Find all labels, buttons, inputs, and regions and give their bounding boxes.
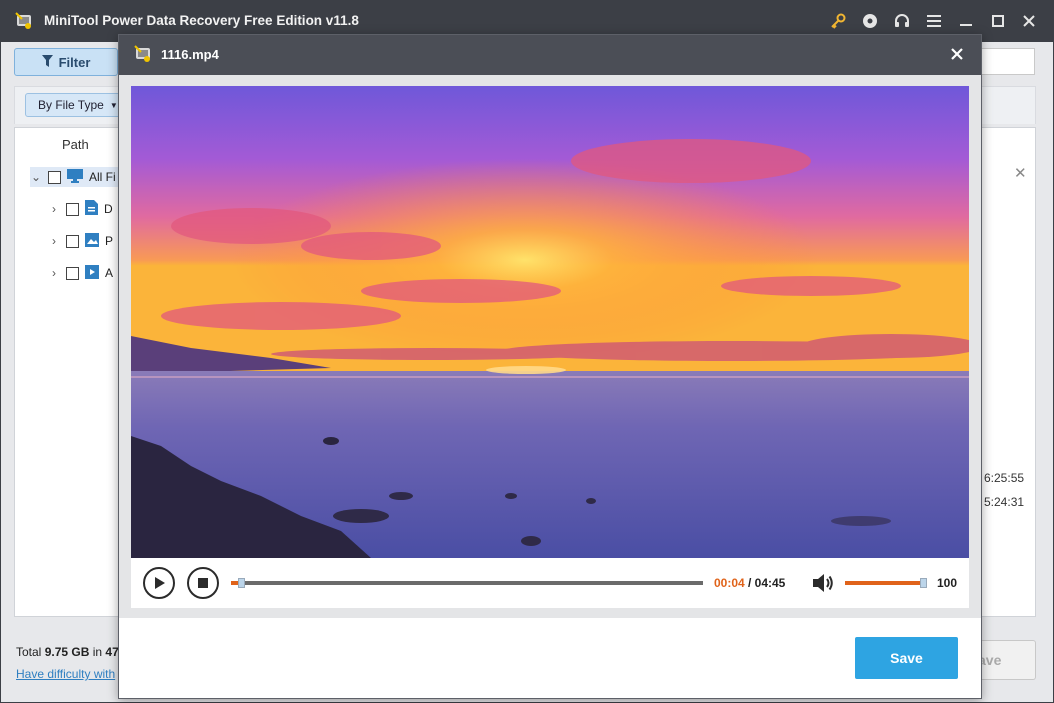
total-size: 9.75 GB bbox=[44, 645, 90, 659]
app-title: MiniTool Power Data Recovery Free Editio… bbox=[44, 13, 359, 28]
volume-slider-handle[interactable] bbox=[920, 578, 927, 588]
app-logo-icon bbox=[133, 44, 153, 64]
chevron-right-icon[interactable]: › bbox=[48, 234, 60, 248]
dialog-close-icon[interactable] bbox=[947, 44, 967, 64]
filter-icon bbox=[41, 54, 53, 70]
tree-checkbox[interactable] bbox=[48, 170, 61, 184]
tree-item-documents[interactable]: › D bbox=[48, 199, 113, 219]
total-prefix: Total bbox=[16, 645, 45, 659]
total-mid: in bbox=[89, 645, 106, 659]
document-icon bbox=[85, 200, 98, 218]
chevron-down-icon[interactable]: ⌄ bbox=[30, 170, 42, 184]
tree-item-label: A bbox=[105, 266, 114, 280]
tree-checkbox[interactable] bbox=[66, 202, 79, 216]
disc-icon[interactable] bbox=[860, 11, 880, 31]
modified-time: 5:24:31 bbox=[984, 495, 1025, 509]
seek-bar-handle[interactable] bbox=[238, 578, 245, 588]
computer-icon bbox=[67, 168, 83, 186]
volume-value: 100 bbox=[937, 576, 958, 590]
preview-footer: Save bbox=[119, 618, 981, 698]
video-frame[interactable] bbox=[131, 86, 969, 558]
seek-bar[interactable] bbox=[231, 578, 703, 588]
volume-slider[interactable] bbox=[845, 578, 927, 588]
stop-button[interactable] bbox=[187, 567, 219, 599]
app-logo-icon bbox=[14, 11, 34, 31]
tree-item-pictures[interactable]: › P bbox=[48, 231, 113, 251]
total-time: / 04:45 bbox=[748, 576, 786, 590]
tree-checkbox[interactable] bbox=[66, 234, 79, 248]
total-count: 47 bbox=[105, 645, 119, 659]
tree-item-label: D bbox=[104, 202, 113, 216]
filter-button[interactable]: Filter bbox=[14, 48, 118, 76]
by-file-type-label: By File Type bbox=[38, 98, 104, 112]
minimize-icon[interactable] bbox=[956, 11, 976, 31]
seek-bar-fill bbox=[231, 581, 238, 585]
volume-icon[interactable] bbox=[811, 572, 835, 594]
key-icon[interactable] bbox=[828, 11, 848, 31]
help-link[interactable]: Have difficulty with bbox=[16, 667, 115, 681]
play-button[interactable] bbox=[143, 567, 175, 599]
tree-item-audio-video[interactable]: › A bbox=[48, 263, 113, 283]
headset-icon[interactable] bbox=[892, 11, 912, 31]
filter-label: Filter bbox=[58, 54, 91, 70]
volume-slider-fill bbox=[845, 581, 920, 585]
chevron-down-icon: ▼ bbox=[109, 100, 118, 110]
maximize-icon[interactable] bbox=[988, 11, 1008, 31]
by-file-type-dropdown[interactable]: By File Type ▼ bbox=[25, 93, 121, 117]
player-controls: 00:04 / 04:45 100 bbox=[131, 558, 969, 608]
preview-file-name: 1116.mp4 bbox=[161, 47, 219, 62]
chevron-right-icon[interactable]: › bbox=[48, 202, 60, 216]
menu-icon[interactable] bbox=[924, 11, 944, 31]
modified-time: 6:25:55 bbox=[984, 471, 1025, 485]
chevron-right-icon[interactable]: › bbox=[48, 266, 60, 280]
current-time: 00:04 bbox=[714, 576, 745, 590]
save-button[interactable]: Save bbox=[855, 637, 958, 679]
preview-dialog: 1116.mp4 00:04 / 04:45 100 Save bbox=[118, 34, 982, 699]
path-column-header: Path bbox=[62, 137, 89, 152]
tree-item-all-files[interactable]: ⌄ All Fi bbox=[30, 167, 120, 187]
main-save-button[interactable]: ave bbox=[978, 640, 1036, 680]
search-input[interactable] bbox=[980, 48, 1035, 75]
stop-icon bbox=[198, 578, 208, 588]
preview-body: 00:04 / 04:45 100 bbox=[119, 75, 981, 618]
picture-icon bbox=[85, 232, 99, 250]
tree-item-label: All Fi bbox=[89, 170, 116, 184]
play-icon bbox=[155, 577, 165, 589]
total-summary: Total 9.75 GB in 47 bbox=[16, 645, 119, 659]
preview-dialog-header: 1116.mp4 bbox=[119, 35, 981, 75]
tree-checkbox[interactable] bbox=[66, 266, 79, 280]
close-icon[interactable] bbox=[1019, 11, 1039, 31]
tree-item-label: P bbox=[105, 234, 114, 248]
panel-close-icon[interactable]: ✕ bbox=[1014, 164, 1027, 182]
video-icon bbox=[85, 264, 99, 282]
